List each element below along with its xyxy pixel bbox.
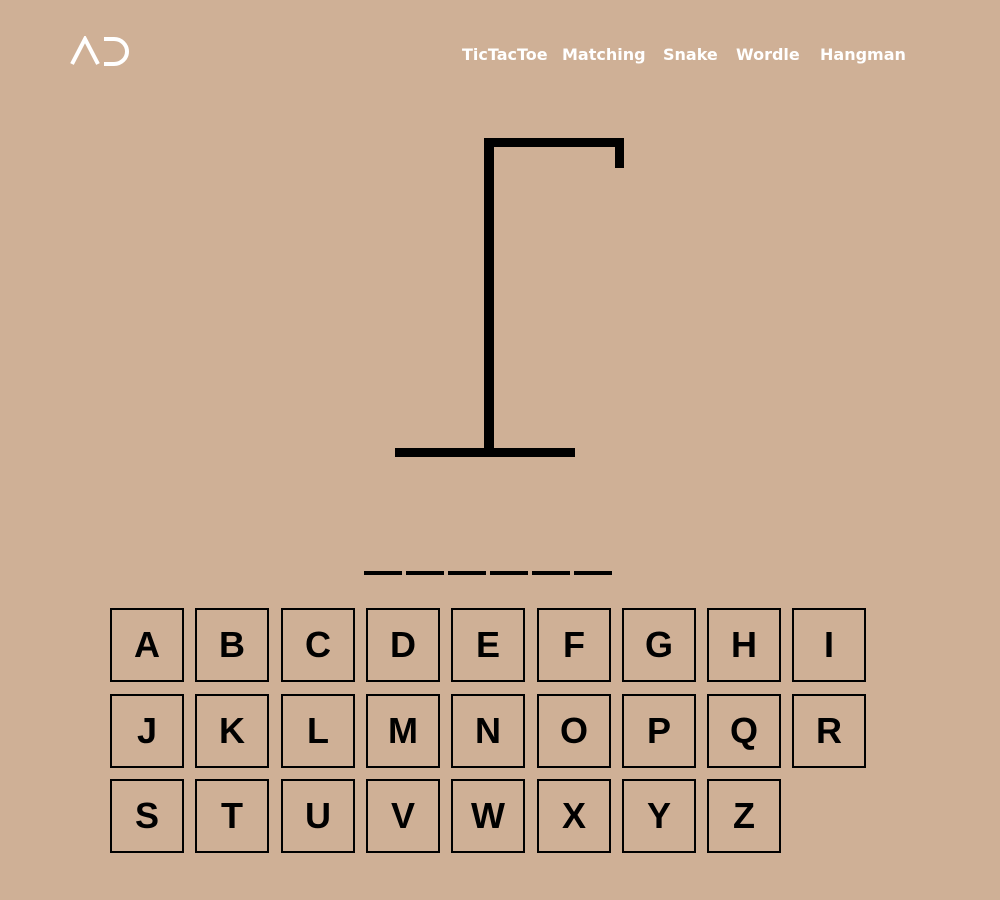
letter-key-a[interactable]: A	[110, 608, 184, 682]
hangman-gallows	[395, 138, 624, 457]
letter-key-j[interactable]: J	[110, 694, 184, 768]
letter-key-z[interactable]: Z	[707, 779, 781, 853]
letter-blank	[448, 571, 486, 575]
letter-key-x[interactable]: X	[537, 779, 611, 853]
letter-key-v[interactable]: V	[366, 779, 440, 853]
gallows-rope	[615, 138, 624, 168]
letter-key-i[interactable]: I	[792, 608, 866, 682]
letter-key-b[interactable]: B	[195, 608, 269, 682]
letter-key-w[interactable]: W	[451, 779, 525, 853]
gallows-beam	[484, 138, 624, 147]
letter-key-o[interactable]: O	[537, 694, 611, 768]
letter-blank	[532, 571, 570, 575]
letter-key-s[interactable]: S	[110, 779, 184, 853]
letter-key-d[interactable]: D	[366, 608, 440, 682]
letter-blank	[490, 571, 528, 575]
letter-key-e[interactable]: E	[451, 608, 525, 682]
gallows-post	[484, 138, 494, 452]
letter-key-q[interactable]: Q	[707, 694, 781, 768]
letter-key-r[interactable]: R	[792, 694, 866, 768]
letter-key-m[interactable]: M	[366, 694, 440, 768]
letter-blank	[406, 571, 444, 575]
letter-key-k[interactable]: K	[195, 694, 269, 768]
letter-key-c[interactable]: C	[281, 608, 355, 682]
letter-key-g[interactable]: G	[622, 608, 696, 682]
letter-blank	[364, 571, 402, 575]
letter-key-u[interactable]: U	[281, 779, 355, 853]
letter-key-y[interactable]: Y	[622, 779, 696, 853]
letter-blank	[574, 571, 612, 575]
letter-key-h[interactable]: H	[707, 608, 781, 682]
hidden-word	[364, 571, 624, 577]
letter-key-t[interactable]: T	[195, 779, 269, 853]
letter-key-n[interactable]: N	[451, 694, 525, 768]
letter-key-f[interactable]: F	[537, 608, 611, 682]
letter-key-l[interactable]: L	[281, 694, 355, 768]
letter-key-p[interactable]: P	[622, 694, 696, 768]
